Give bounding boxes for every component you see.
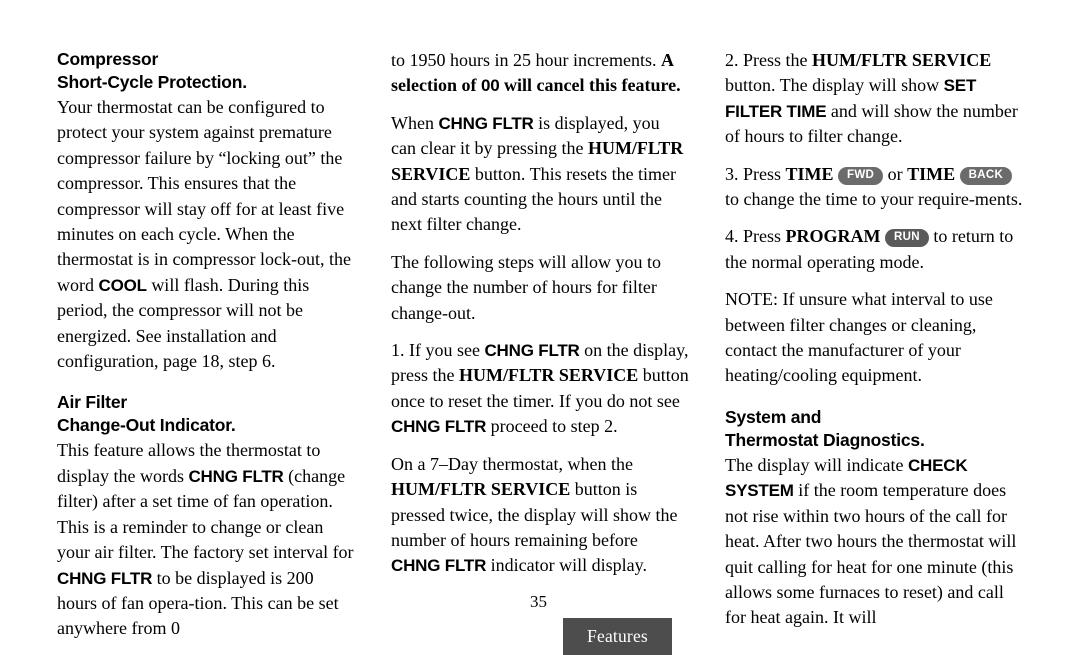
text-run: NOTE: If unsure what interval to use bet…	[725, 289, 993, 386]
button-name: TIME	[785, 163, 834, 184]
text-run: The display will indicate	[725, 454, 908, 475]
paragraph: This feature allows the thermostat to di…	[57, 438, 355, 641]
text-run: 2. Press the	[725, 50, 812, 70]
paragraph: NOTE: If unsure what interval to use bet…	[725, 287, 1023, 389]
display-term: CHNG FLTR	[188, 466, 284, 486]
text-run: 3. Press	[725, 163, 786, 184]
section-heading-line: System and	[725, 406, 822, 427]
text-run: On a 7–Day thermostat, when the	[391, 453, 633, 474]
section-heading-line: Change-Out Indicator.	[57, 415, 236, 436]
text-run: 4. Press	[725, 226, 786, 247]
paragraph: 1. If you see CHNG FLTR on the display, …	[391, 338, 689, 440]
footer-section-tab-label: Features	[587, 626, 648, 646]
text-run: if the room temperature does not rise wi…	[725, 480, 1017, 628]
button-name: PROGRAM	[785, 226, 881, 247]
text-run: When	[391, 112, 439, 133]
text-run: The following steps will allow you to ch…	[391, 251, 661, 323]
text-run	[955, 164, 960, 184]
section-heading: System and Thermostat Diagnostics.	[725, 406, 1023, 452]
button-name: HUM/FLTR SERVICE	[458, 365, 639, 386]
paragraph: 4. Press PROGRAM RUN to return to the no…	[725, 224, 1023, 275]
section-heading: Air Filter Change-Out Indicator.	[57, 391, 355, 437]
section-heading-line: Air Filter	[57, 392, 127, 413]
paragraph: On a 7–Day thermostat, when the HUM/FLTR…	[391, 452, 689, 579]
text-run: Your thermostat can be configured to pro…	[57, 97, 351, 295]
paragraph: 2. Press the HUM/FLTR SERVICE button. Th…	[725, 48, 1023, 150]
display-term: CHNG FLTR	[484, 341, 580, 361]
column-left: Compressor Short-Cycle Protection. Your th…	[57, 48, 355, 642]
text-run: to change the time to your require-ments…	[725, 189, 1023, 210]
key-badge-fwd: FWD	[838, 166, 884, 185]
text-run: or	[883, 163, 908, 184]
display-term: CHNG FLTR	[391, 556, 487, 576]
paragraph: to 1950 hours in 25 hour increments. A s…	[391, 48, 689, 99]
button-name: TIME	[907, 163, 956, 184]
page-number: 35	[530, 592, 547, 611]
section-heading-line: Thermostat Diagnostics.	[725, 429, 925, 450]
key-badge-back: BACK	[959, 166, 1013, 185]
paragraph: The following steps will allow you to ch…	[391, 250, 689, 326]
section-heading-line: Compressor	[57, 49, 159, 69]
column-right: 2. Press the HUM/FLTR SERVICE button. Th…	[725, 48, 1023, 642]
paragraph: Your thermostat can be configured to pro…	[57, 95, 355, 374]
button-name: will cancel this feature.	[499, 75, 681, 96]
document-page: Compressor Short-Cycle Protection. Your th…	[0, 0, 1080, 655]
button-name: HUM/FLTR SERVICE	[812, 50, 992, 70]
column-container: Compressor Short-Cycle Protection. Your th…	[57, 48, 1023, 642]
display-term: CHNG FLTR	[438, 113, 534, 133]
text-run: indicator will display.	[486, 555, 647, 576]
paragraph: The display will indicate CHECK SYSTEM i…	[725, 453, 1023, 631]
footer-section-tab: Features	[563, 618, 672, 655]
display-term: CHNG FLTR	[391, 417, 487, 437]
text-run: button. The display will show	[725, 75, 944, 96]
text-run: to 1950 hours in 25 hour increments.	[391, 50, 661, 70]
button-name: HUM/FLTR SERVICE	[391, 479, 571, 500]
key-badge-run: RUN	[885, 229, 929, 248]
section-heading-line: Short-Cycle Protection.	[57, 72, 247, 92]
display-term: CHNG FLTR	[57, 568, 153, 588]
text-run: proceed to step 2.	[486, 416, 618, 437]
text-run: 1. If you see	[391, 340, 485, 361]
display-term: COOL	[98, 275, 148, 295]
section-heading: Compressor Short-Cycle Protection.	[57, 48, 355, 94]
paragraph: 3. Press TIME FWD or TIME BACK to change…	[725, 162, 1023, 213]
paragraph: When CHNG FLTR is displayed, you can cle…	[391, 111, 689, 238]
display-term: 00	[480, 76, 500, 96]
column-middle: to 1950 hours in 25 hour increments. A s…	[391, 48, 689, 642]
